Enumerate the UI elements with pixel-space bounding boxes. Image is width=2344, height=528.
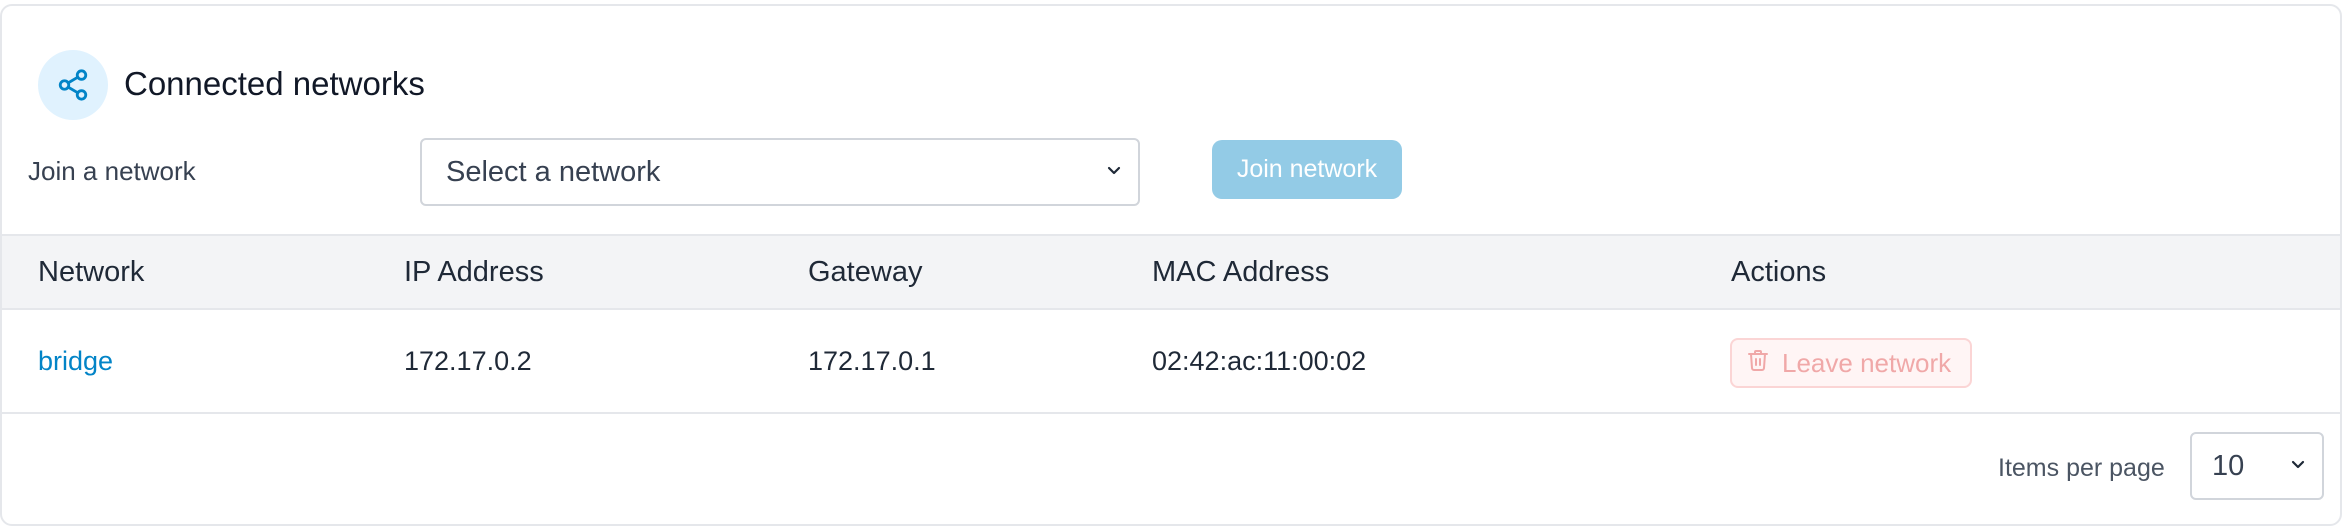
column-header-gateway: Gateway — [808, 255, 923, 288]
network-select-value: Select a network — [446, 155, 661, 188]
network-link[interactable]: bridge — [38, 310, 113, 412]
chevron-down-icon — [2288, 450, 2308, 483]
column-header-network: Network — [38, 255, 145, 288]
network-select[interactable]: Select a network — [420, 138, 1140, 206]
join-network-button[interactable]: Join network — [1212, 140, 1402, 199]
gateway-cell: 172.17.0.1 — [808, 345, 936, 376]
table-row: bridge 172.17.0.2 172.17.0.1 02:42:ac:11… — [2, 310, 2340, 414]
column-header-mac-address: MAC Address — [1152, 255, 1330, 288]
items-per-page-value: 10 — [2212, 449, 2245, 482]
join-network-label: Join a network — [28, 156, 196, 186]
ip-address-cell: 172.17.0.2 — [404, 345, 532, 376]
leave-network-label: Leave network — [1782, 347, 1952, 378]
items-per-page-label: Items per page — [1998, 454, 2165, 482]
connected-networks-panel: Connected networks Join a network Select… — [0, 4, 2342, 526]
items-per-page-select[interactable]: 10 — [2190, 432, 2324, 500]
share-network-icon — [38, 50, 108, 120]
column-header-actions: Actions — [1731, 255, 1827, 288]
leave-network-button[interactable]: Leave network — [1730, 338, 1972, 388]
table-header: Network IP Address Gateway MAC Address A… — [2, 234, 2340, 310]
chevron-down-icon — [1104, 156, 1124, 189]
page-title: Connected networks — [124, 65, 425, 102]
column-header-ip-address: IP Address — [404, 255, 544, 288]
trash-icon — [1746, 348, 1770, 379]
mac-address-cell: 02:42:ac:11:00:02 — [1152, 345, 1367, 376]
